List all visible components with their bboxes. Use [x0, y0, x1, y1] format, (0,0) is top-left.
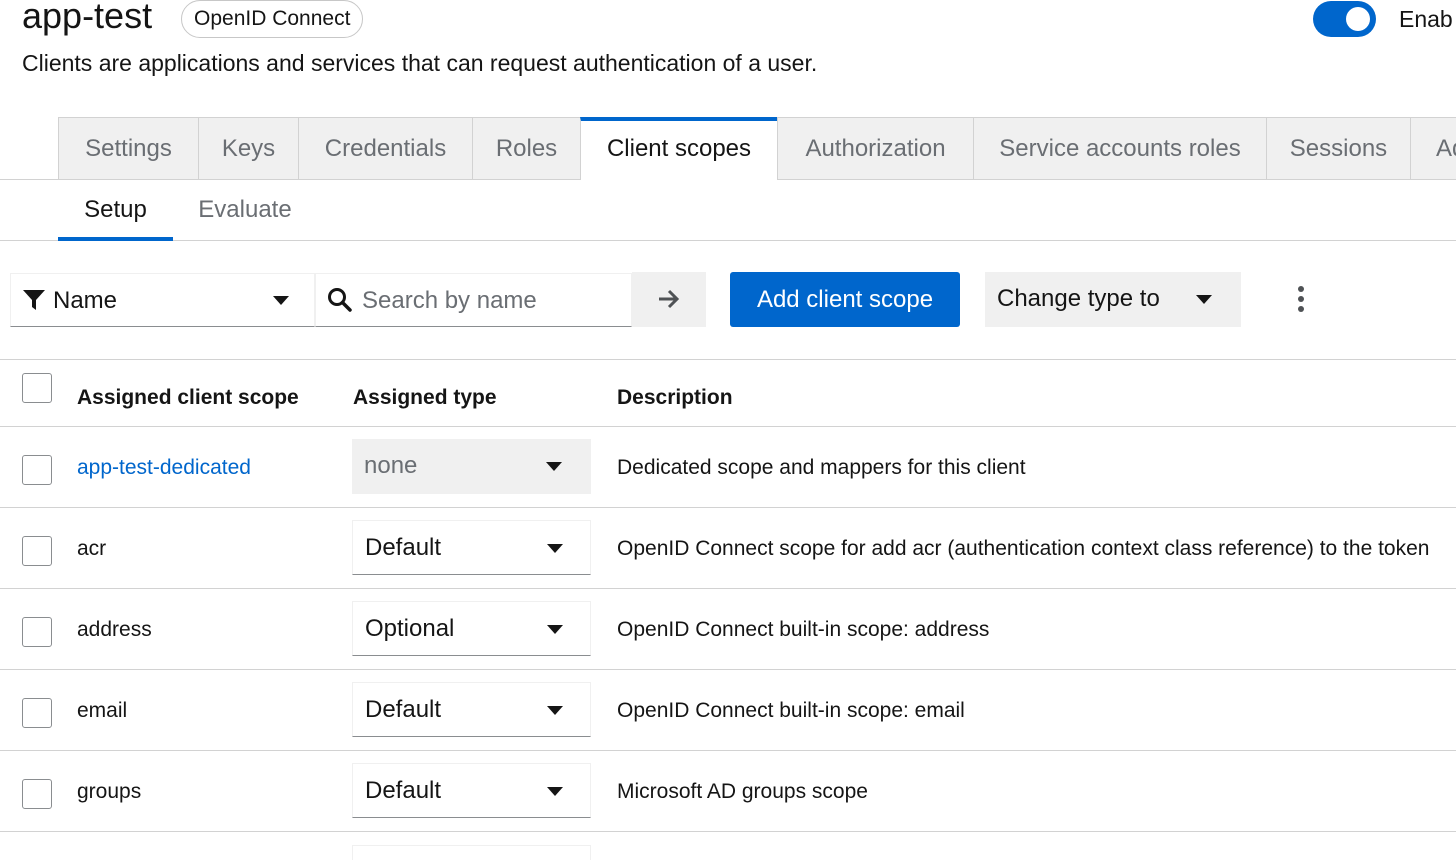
client-tabs: Settings Keys Credentials Roles Client s…: [0, 117, 1456, 180]
caret-down-icon: [547, 787, 563, 796]
search-submit-button[interactable]: [632, 272, 706, 327]
page-subtitle: Clients are applications and services th…: [22, 48, 817, 78]
change-type-label: Change type to: [997, 284, 1160, 314]
row-divider: [0, 588, 1456, 589]
assigned-type-select[interactable]: Default: [352, 520, 591, 575]
enabled-toggle[interactable]: [1313, 1, 1376, 37]
tab-keys[interactable]: Keys: [198, 117, 299, 179]
caret-down-icon: [273, 296, 289, 305]
row-divider: [0, 507, 1456, 508]
tab-sessions[interactable]: Sessions: [1266, 117, 1411, 179]
column-header-assigned-client-scope[interactable]: Assigned client scope: [77, 385, 299, 411]
tab-advanced[interactable]: Ad: [1410, 117, 1456, 179]
assigned-type-select[interactable]: [352, 845, 591, 860]
assigned-type-select[interactable]: Default: [352, 763, 591, 818]
tab-credentials[interactable]: Credentials: [298, 117, 473, 179]
row-divider: [0, 831, 1456, 832]
change-type-dropdown[interactable]: Change type to: [985, 272, 1241, 327]
scope-name-link[interactable]: app-test-dedicated: [77, 455, 251, 481]
arrow-right-icon: [657, 288, 681, 310]
page-title: app-test: [22, 0, 152, 38]
tab-roles[interactable]: Roles: [472, 117, 581, 179]
tab-settings[interactable]: Settings: [58, 117, 199, 179]
assigned-type-select[interactable]: Default: [352, 682, 591, 737]
caret-down-icon: [547, 625, 563, 634]
client-scopes-subtabs: Setup Evaluate: [0, 180, 1456, 241]
column-header-description: Description: [617, 385, 733, 411]
search-box: [315, 273, 632, 327]
row-divider: [0, 750, 1456, 751]
assigned-type-value: Optional: [365, 614, 454, 644]
subtab-setup[interactable]: Setup: [58, 180, 173, 241]
header-divider: [0, 426, 1456, 427]
scope-name: groups: [77, 779, 141, 805]
row-checkbox[interactable]: [22, 779, 52, 809]
caret-down-icon: [546, 462, 562, 471]
scope-description: OpenID Connect built-in scope: address: [617, 617, 989, 643]
assigned-type-select[interactable]: Optional: [352, 601, 591, 656]
tab-authorization[interactable]: Authorization: [777, 117, 974, 179]
assigned-type-value: Default: [365, 695, 441, 725]
assigned-type-select: none: [352, 439, 591, 494]
scope-description: Dedicated scope and mappers for this cli…: [617, 455, 1026, 481]
search-input[interactable]: [362, 284, 622, 318]
toolbar-divider: [0, 359, 1456, 360]
scope-description: OpenID Connect built-in scope: email: [617, 698, 965, 724]
protocol-badge: OpenID Connect: [181, 0, 363, 38]
scope-name: email: [77, 698, 127, 724]
tab-client-scopes[interactable]: Client scopes: [580, 117, 778, 180]
caret-down-icon: [547, 706, 563, 715]
kebab-icon[interactable]: [1286, 282, 1316, 318]
row-checkbox[interactable]: [22, 455, 52, 485]
row-checkbox[interactable]: [22, 536, 52, 566]
scope-name: address: [77, 617, 152, 643]
assigned-type-value: none: [364, 451, 417, 481]
scope-name: acr: [77, 536, 106, 562]
add-client-scope-button[interactable]: Add client scope: [730, 272, 960, 327]
row-checkbox[interactable]: [22, 617, 52, 647]
caret-down-icon: [547, 544, 563, 553]
filter-icon: [22, 288, 46, 312]
filter-attribute-select[interactable]: Name: [10, 273, 315, 327]
tab-service-accounts-roles[interactable]: Service accounts roles: [973, 117, 1267, 179]
search-icon: [327, 287, 353, 313]
scope-description: Microsoft AD groups scope: [617, 779, 868, 805]
column-header-assigned-type[interactable]: Assigned type: [353, 385, 497, 411]
assigned-type-value: Default: [365, 776, 441, 806]
scope-description: OpenID Connect scope for add acr (authen…: [617, 536, 1429, 562]
filter-attribute-label: Name: [53, 286, 117, 316]
caret-down-icon: [1196, 295, 1212, 304]
toggle-knob: [1346, 7, 1370, 31]
select-all-checkbox[interactable]: [22, 373, 52, 403]
enabled-toggle-label: Enab: [1399, 4, 1453, 34]
row-divider: [0, 669, 1456, 670]
subtab-evaluate[interactable]: Evaluate: [180, 180, 310, 240]
row-checkbox[interactable]: [22, 698, 52, 728]
assigned-type-value: Default: [365, 533, 441, 563]
